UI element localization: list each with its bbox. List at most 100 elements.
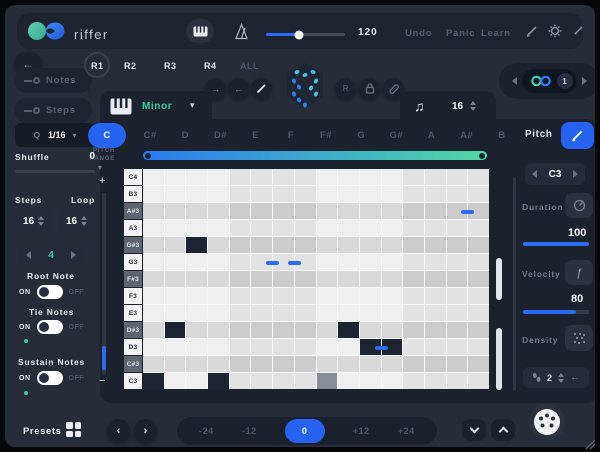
grid-cell-d3-step14[interactable] — [425, 339, 446, 355]
grid-cell-dsharp3-step5[interactable] — [230, 322, 251, 338]
grid-cell-gsharp3-step12[interactable] — [382, 237, 403, 253]
grid-cell-g3-step12[interactable] — [382, 254, 403, 270]
preset-prev-button[interactable]: ‹ — [107, 419, 130, 442]
grid-cell-c3-step7[interactable] — [273, 373, 294, 389]
octave-up-button[interactable] — [491, 419, 515, 441]
note-length-handle[interactable] — [288, 261, 301, 265]
tempo-slider[interactable] — [266, 33, 345, 36]
grid-cell-e3-step10[interactable] — [338, 305, 359, 321]
grid-cell-f3-step9[interactable] — [317, 288, 338, 304]
grid-cell-f3-step12[interactable] — [382, 288, 403, 304]
grid-cell-e3-step9[interactable] — [317, 305, 338, 321]
grid-cell-csharp3-step1[interactable] — [143, 356, 164, 372]
grid-cell-b3-step11[interactable] — [360, 186, 381, 202]
grid-cell-b3-step10[interactable] — [338, 186, 359, 202]
grid-cell-dsharp3-step2[interactable] — [165, 322, 186, 338]
grid-cell-asharp3-step10[interactable] — [338, 203, 359, 219]
voices-reset-icon[interactable]: ← — [570, 372, 580, 383]
grid-cell-dsharp3-step10[interactable] — [338, 322, 359, 338]
grid-cell-d3-step10[interactable] — [338, 339, 359, 355]
preset-next-button[interactable]: › — [134, 419, 157, 442]
grid-cell-asharp3-step9[interactable] — [317, 203, 338, 219]
grid-cell-dsharp3-step13[interactable] — [403, 322, 424, 338]
grid-cell-asharp3-step6[interactable] — [251, 203, 272, 219]
grid-cell-fsharp3-step4[interactable] — [208, 271, 229, 287]
note-next-button[interactable] — [573, 170, 578, 178]
grid-cell-dsharp3-step15[interactable] — [447, 322, 468, 338]
resize-window-button[interactable] — [572, 24, 585, 42]
grid-cell-a3-step16[interactable] — [468, 220, 489, 236]
riff-tab-r1[interactable]: R1 — [91, 61, 104, 71]
tempo-slider-knob[interactable] — [295, 30, 304, 39]
grid-cell-asharp3-step3[interactable] — [186, 203, 207, 219]
shift-left-button[interactable]: ← — [228, 78, 249, 99]
steps-mode-toggle[interactable]: Steps — [14, 98, 92, 123]
grid-cell-b3-step1[interactable] — [143, 186, 164, 202]
grid-cell-g3-step10[interactable] — [338, 254, 359, 270]
grid-cell-csharp3-step5[interactable] — [230, 356, 251, 372]
grid-cell-d3-step3[interactable] — [186, 339, 207, 355]
grid-cell-fsharp3-step3[interactable] — [186, 271, 207, 287]
grid-cell-g3-step2[interactable] — [165, 254, 186, 270]
riff-tab-r2[interactable]: R2 — [124, 61, 137, 71]
grid-cell-asharp3-step14[interactable] — [425, 203, 446, 219]
quantize-dropdown[interactable]: Q 1/16 ▾ — [15, 123, 95, 147]
grid-cell-gsharp3-step7[interactable] — [273, 237, 294, 253]
grid-cell-c4-step8[interactable] — [295, 169, 316, 185]
note-pill-gsharp[interactable]: G# — [385, 130, 407, 141]
grid-cell-f3-step5[interactable] — [230, 288, 251, 304]
grid-cell-a3-step2[interactable] — [165, 220, 186, 236]
panel-scrollbar-thumb[interactable] — [496, 258, 502, 300]
grid-cell-b3-step16[interactable] — [468, 186, 489, 202]
note-pill-fsharp[interactable]: F# — [315, 130, 337, 141]
grid-cell-gsharp3-step4[interactable] — [208, 237, 229, 253]
transpose-option-plus12[interactable]: +12 — [353, 426, 370, 436]
grid-cell-c4-step5[interactable] — [230, 169, 251, 185]
grid-cell-gsharp3-step6[interactable] — [251, 237, 272, 253]
grid-cell-gsharp3-step2[interactable] — [165, 237, 186, 253]
grid-cell-fsharp3-step14[interactable] — [425, 271, 446, 287]
grid-cell-csharp3-step6[interactable] — [251, 356, 272, 372]
grid-cell-gsharp3-step9[interactable] — [317, 237, 338, 253]
grid-cell-d3-step2[interactable] — [165, 339, 186, 355]
grid-cell-asharp3-step11[interactable] — [360, 203, 381, 219]
grid-cell-c3-step1[interactable] — [143, 373, 164, 389]
grid-cell-d3-step13[interactable] — [403, 339, 424, 355]
grid-cell-fsharp3-step7[interactable] — [273, 271, 294, 287]
grid-cell-g3-step16[interactable] — [468, 254, 489, 270]
grid-cell-d3-step4[interactable] — [208, 339, 229, 355]
note-length-handle[interactable] — [461, 210, 474, 214]
velocity-mode-button[interactable]: ƒ — [565, 260, 593, 285]
grid-cell-c3-step4[interactable] — [208, 373, 229, 389]
grid-cell-dsharp3-step3[interactable] — [186, 322, 207, 338]
grid-cell-fsharp3-step13[interactable] — [403, 271, 424, 287]
grid-cell-b3-step13[interactable] — [403, 186, 424, 202]
grid-cell-c4-step13[interactable] — [403, 169, 424, 185]
grid-cell-b3-step8[interactable] — [295, 186, 316, 202]
metronome-button[interactable] — [233, 23, 250, 45]
grid-cell-e3-step14[interactable] — [425, 305, 446, 321]
grid-cell-a3-step3[interactable] — [186, 220, 207, 236]
octave-next-button[interactable] — [71, 251, 76, 259]
grid-cell-f3-step7[interactable] — [273, 288, 294, 304]
grid-cell-a3-step8[interactable] — [295, 220, 316, 236]
grid-cell-csharp3-step2[interactable] — [165, 356, 186, 372]
grid-cell-dsharp3-step11[interactable] — [360, 322, 381, 338]
grid-cell-csharp3-step10[interactable] — [338, 356, 359, 372]
draw-button[interactable] — [251, 78, 272, 99]
grid-cell-d3-step15[interactable] — [447, 339, 468, 355]
grid-cell-c3-step10[interactable] — [338, 373, 359, 389]
grid-cell-asharp3-step2[interactable] — [165, 203, 186, 219]
note-length-handle[interactable] — [266, 261, 279, 265]
edit-button[interactable] — [525, 24, 539, 43]
grid-cell-c3-step8[interactable] — [295, 373, 316, 389]
grid-cell-b3-step9[interactable] — [317, 186, 338, 202]
grid-cell-d3-step6[interactable] — [251, 339, 272, 355]
grid-cell-c3-step5[interactable] — [230, 373, 251, 389]
grid-cell-g3-step9[interactable] — [317, 254, 338, 270]
grid-cell-c4-step10[interactable] — [338, 169, 359, 185]
grid-cell-e3-step3[interactable] — [186, 305, 207, 321]
note-pill-d[interactable]: D — [174, 130, 196, 141]
grid-cell-asharp3-step7[interactable] — [273, 203, 294, 219]
grid-cell-gsharp3-step5[interactable] — [230, 237, 251, 253]
